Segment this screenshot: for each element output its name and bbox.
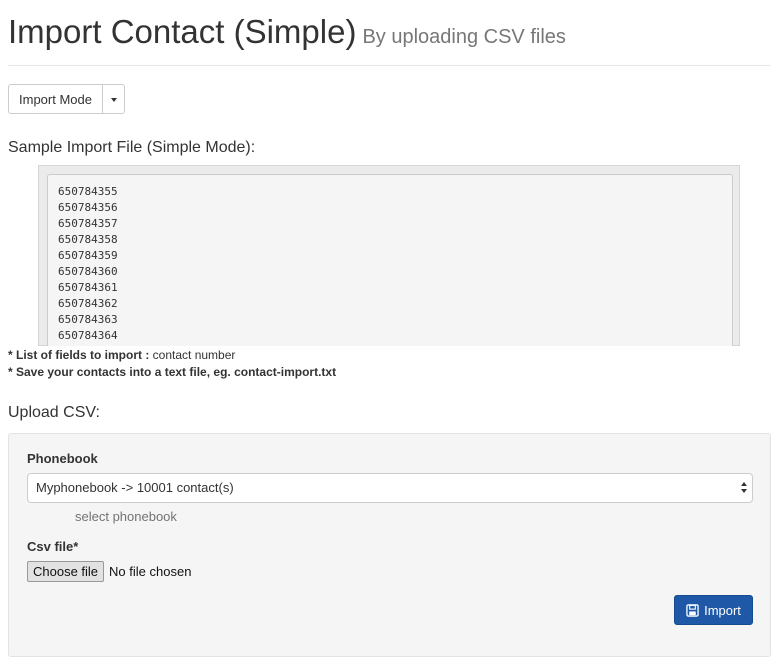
import-button[interactable]: Import bbox=[674, 595, 753, 625]
sample-file-frame: 650784355 650784356 650784357 650784358 … bbox=[38, 165, 740, 346]
save-note-text: * Save your contacts into a text file, e… bbox=[8, 365, 337, 379]
sample-line: 650784364 bbox=[58, 329, 118, 342]
fields-note-label: * List of fields to import : bbox=[8, 348, 150, 362]
sample-line: 650784362 bbox=[58, 297, 118, 310]
phonebook-help-text: select phonebook bbox=[75, 509, 177, 524]
import-mode-toggle[interactable] bbox=[102, 84, 125, 114]
sample-file-preview[interactable]: 650784355 650784356 650784357 650784358 … bbox=[47, 174, 733, 346]
save-note: * Save your contacts into a text file, e… bbox=[8, 364, 336, 381]
import-notes: * List of fields to import : contact num… bbox=[8, 347, 336, 381]
sample-section-title: Sample Import File (Simple Mode): bbox=[8, 139, 256, 156]
sample-line: 650784361 bbox=[58, 281, 118, 294]
upload-section-title: Upload CSV: bbox=[8, 404, 100, 421]
sample-line: 650784358 bbox=[58, 233, 118, 246]
import-mode-dropdown[interactable]: Import Mode bbox=[8, 84, 125, 114]
caret-down-icon bbox=[110, 98, 117, 102]
sample-line: 650784356 bbox=[58, 201, 118, 214]
phonebook-selected-value: Myphonebook -> 10001 contact(s) bbox=[36, 480, 234, 495]
csv-file-label: Csv file* bbox=[27, 539, 79, 554]
phonebook-label: Phonebook bbox=[27, 451, 98, 466]
upload-form: Phonebook Myphonebook -> 10001 contact(s… bbox=[8, 433, 771, 657]
csv-file-input[interactable]: Choose file No file chosen bbox=[27, 561, 191, 582]
sample-line: 650784363 bbox=[58, 313, 118, 326]
choose-file-button[interactable]: Choose file bbox=[27, 561, 105, 582]
import-button-label: Import bbox=[704, 602, 741, 618]
sample-line: 650784355 bbox=[58, 185, 118, 198]
sample-line: 650784360 bbox=[58, 265, 118, 278]
page-header: Import Contact (Simple) By uploading CSV … bbox=[8, 10, 770, 66]
fields-note-value: contact number bbox=[152, 348, 236, 362]
page-title: Import Contact (Simple) By uploading CSV … bbox=[8, 10, 770, 59]
import-mode-button[interactable]: Import Mode bbox=[8, 84, 103, 114]
page-subtitle: By uploading CSV files bbox=[362, 26, 566, 48]
phonebook-select[interactable]: Myphonebook -> 10001 contact(s) bbox=[27, 473, 753, 503]
fields-note: * List of fields to import : contact num… bbox=[8, 347, 336, 364]
sample-line: 650784359 bbox=[58, 249, 118, 262]
floppy-disk-icon bbox=[686, 603, 699, 617]
page-title-text: Import Contact (Simple) bbox=[8, 13, 357, 50]
sample-line: 650784357 bbox=[58, 217, 118, 230]
file-status-text: No file chosen bbox=[109, 564, 192, 579]
select-arrows-icon bbox=[740, 482, 748, 494]
